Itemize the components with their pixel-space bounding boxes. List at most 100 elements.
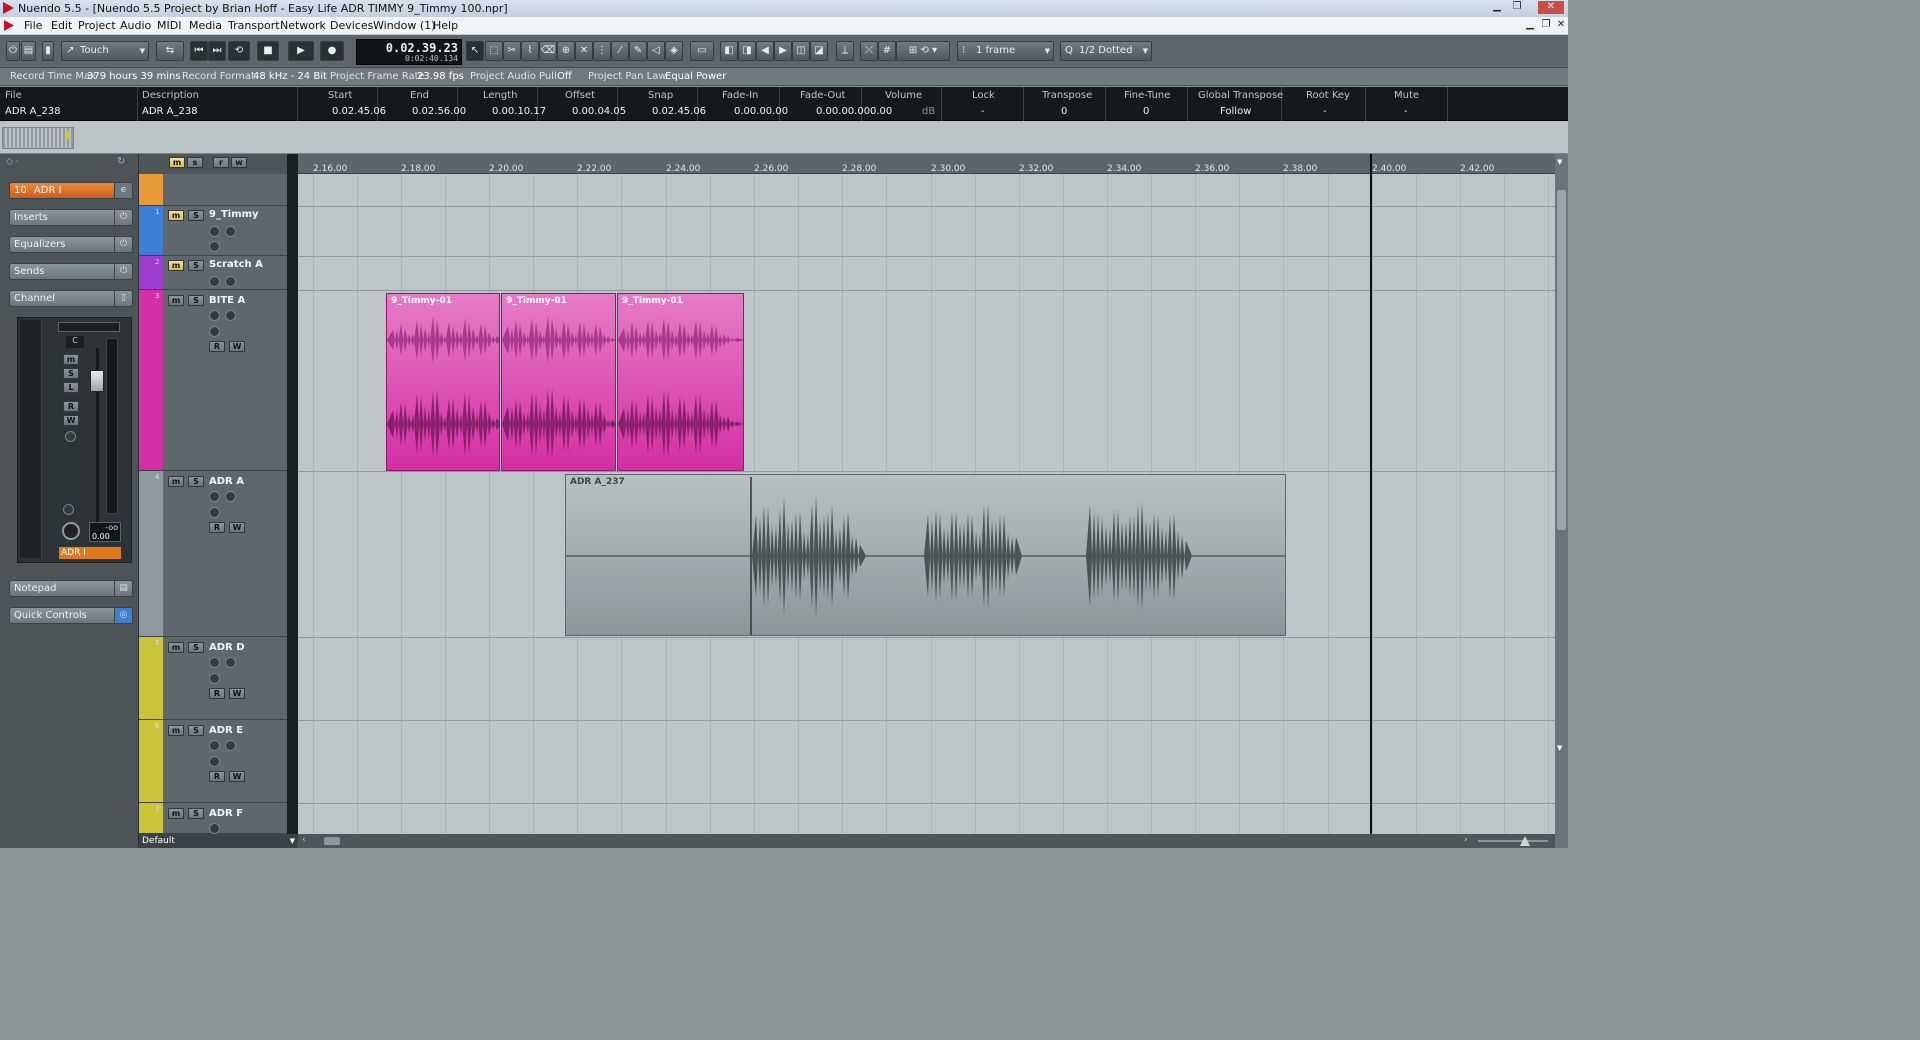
audio-event[interactable]: 9_Timmy-01 xyxy=(617,293,744,471)
solo-button[interactable]: S xyxy=(188,642,204,653)
write-button[interactable]: W xyxy=(229,522,245,533)
volume-fader[interactable] xyxy=(90,370,104,392)
vertical-scroll-thumb[interactable] xyxy=(1557,190,1566,530)
edit-channel-icon[interactable]: e xyxy=(114,183,132,198)
scroll-left-icon[interactable]: ‹ xyxy=(302,835,306,845)
edit-icon[interactable] xyxy=(209,507,220,518)
go-to-end-icon[interactable]: ⏭ xyxy=(208,41,226,61)
mute-button[interactable]: m xyxy=(168,725,184,736)
event-display[interactable]: 9_Timmy-01 9_Timmy-01 9_Timmy-01 ADR A_2… xyxy=(298,174,1555,834)
track-row[interactable]: 1 m S 9_Timmy xyxy=(139,206,298,256)
info-mute[interactable]: Mute - xyxy=(1366,87,1448,121)
info-global-transpose[interactable]: Global Transpose Follow xyxy=(1188,87,1283,121)
frame-rate-value[interactable]: 23.98 fps xyxy=(417,71,464,82)
quick-controls-icon[interactable]: ◎ xyxy=(114,608,132,623)
play-button[interactable]: ▶ xyxy=(288,41,314,61)
time-warp-tool-icon[interactable]: ⁄ xyxy=(611,41,629,61)
monitor-icon[interactable] xyxy=(225,491,236,502)
solo-button[interactable]: S xyxy=(188,476,204,487)
snap-zero-icon[interactable]: ⟂ xyxy=(836,41,854,61)
inspector-pin-icon[interactable]: ◇ · xyxy=(6,157,19,167)
menu-edit[interactable]: Edit xyxy=(51,19,72,32)
menu-devices[interactable]: Devices xyxy=(330,19,373,32)
solo-button[interactable]: S xyxy=(188,295,204,306)
info-lock[interactable]: Lock - xyxy=(942,87,1024,121)
bypass-icon[interactable]: ⏻ xyxy=(114,237,132,252)
solo-button[interactable]: S xyxy=(63,368,79,379)
menu-transport[interactable]: Transport xyxy=(228,19,280,32)
record-enable-icon[interactable] xyxy=(209,657,220,668)
record-enable-icon[interactable] xyxy=(209,491,220,502)
frame-rate-label[interactable]: Project Frame Rate xyxy=(330,71,425,82)
listen-button[interactable]: L xyxy=(63,382,79,393)
folder-track[interactable] xyxy=(139,174,298,206)
menu-project[interactable]: Project xyxy=(78,19,116,32)
move-left-icon[interactable]: ◀ xyxy=(756,41,774,61)
info-transpose[interactable]: Transpose 0 xyxy=(1024,87,1106,121)
stop-button[interactable]: ■ xyxy=(257,41,279,61)
monitor-icon[interactable] xyxy=(63,504,74,515)
info-fade-out[interactable]: Fade-Out 0.00.00.00 xyxy=(780,87,870,121)
nudge-right-icon[interactable]: ◨ xyxy=(738,41,756,61)
snap-type-icon[interactable]: ⤫ xyxy=(860,41,878,61)
edit-icon[interactable] xyxy=(209,673,220,684)
track-preset-select[interactable]: Default ▼ xyxy=(139,834,298,848)
nudge-left-icon[interactable]: ◧ xyxy=(720,41,738,61)
record-enable-icon[interactable] xyxy=(62,522,80,540)
menu-file[interactable]: File xyxy=(24,19,42,32)
info-volume[interactable]: Volume 0.00 dB xyxy=(862,87,942,121)
global-mute-icon[interactable]: m xyxy=(169,157,185,168)
read-button[interactable]: R xyxy=(209,771,225,782)
read-button[interactable]: R xyxy=(209,522,225,533)
global-write-icon[interactable]: w xyxy=(231,157,247,168)
mute-button[interactable]: m xyxy=(168,642,184,653)
menu-network[interactable]: Network xyxy=(280,19,326,32)
monitor-icon[interactable] xyxy=(225,276,236,287)
constrain-delay-icon[interactable]: ▮ xyxy=(42,41,54,61)
pan-law-value[interactable]: Equal Power xyxy=(665,71,726,82)
quantize-select[interactable]: ⁝ 1 frame ▼ xyxy=(957,41,1054,61)
edit-icon[interactable] xyxy=(209,756,220,767)
global-read-icon[interactable]: r xyxy=(213,157,229,168)
menu-media[interactable]: Media xyxy=(189,19,222,32)
track-name[interactable]: 9_Timmy xyxy=(209,209,259,220)
menu-midi[interactable]: MIDI xyxy=(157,19,181,32)
app-menu-icon[interactable] xyxy=(4,20,14,31)
pan-control[interactable] xyxy=(58,322,120,332)
solo-button[interactable]: S xyxy=(188,260,204,271)
track-name[interactable]: ADR A xyxy=(209,476,244,487)
read-button[interactable]: R xyxy=(63,401,79,412)
audio-event-selected[interactable]: ADR A_237 xyxy=(565,474,1286,636)
play-tool-icon[interactable]: ◁ xyxy=(647,41,665,61)
split-tool-icon[interactable]: ✂ xyxy=(503,41,521,61)
inspector-equalizers[interactable]: Equalizers ⏻ xyxy=(9,236,133,253)
color-tool-icon[interactable]: ◈ xyxy=(665,41,683,61)
menu-audio[interactable]: Audio xyxy=(120,19,151,32)
track-name[interactable]: ADR F xyxy=(209,808,243,819)
track-row[interactable]: 7 m S ADR F xyxy=(139,803,298,834)
snap-on-icon[interactable]: # xyxy=(878,41,896,61)
track-row[interactable]: 6 m S ADR E R W xyxy=(139,720,298,803)
zoom-slider[interactable] xyxy=(1478,840,1548,842)
solo-button[interactable]: S xyxy=(188,210,204,221)
track-name[interactable]: ADR E xyxy=(209,725,243,736)
global-solo-icon[interactable]: s xyxy=(187,157,203,168)
trim-start-icon[interactable]: ◫ xyxy=(792,41,810,61)
track-row[interactable]: 2 m S Scratch A xyxy=(139,256,298,290)
info-fade-in[interactable]: Fade-In 0.00.00.00 xyxy=(698,87,788,121)
glue-tool-icon[interactable]: ⌇ xyxy=(521,41,539,61)
monitor-icon[interactable] xyxy=(225,226,236,237)
notepad-icon[interactable]: ▤ xyxy=(114,581,132,596)
track-row[interactable]: 3 m S BITE A R W xyxy=(139,290,298,471)
object-selection-tool-icon[interactable]: ↖ xyxy=(466,41,484,61)
record-enable-icon[interactable] xyxy=(209,823,220,834)
mute-button[interactable]: m xyxy=(168,808,184,819)
info-length[interactable]: Length 0.00.10.17 xyxy=(458,87,546,121)
inspector-track-name[interactable]: 10 ADR I e xyxy=(9,182,133,199)
mute-button[interactable]: m xyxy=(168,210,184,221)
record-format-label[interactable]: Record Format xyxy=(182,71,255,82)
inspector-inserts[interactable]: Inserts ⏻ xyxy=(9,209,133,226)
record-enable-icon[interactable] xyxy=(209,740,220,751)
inspector-refresh-icon[interactable]: ↻ xyxy=(117,156,125,167)
info-end[interactable]: End 0.02.56.00 xyxy=(378,87,466,121)
